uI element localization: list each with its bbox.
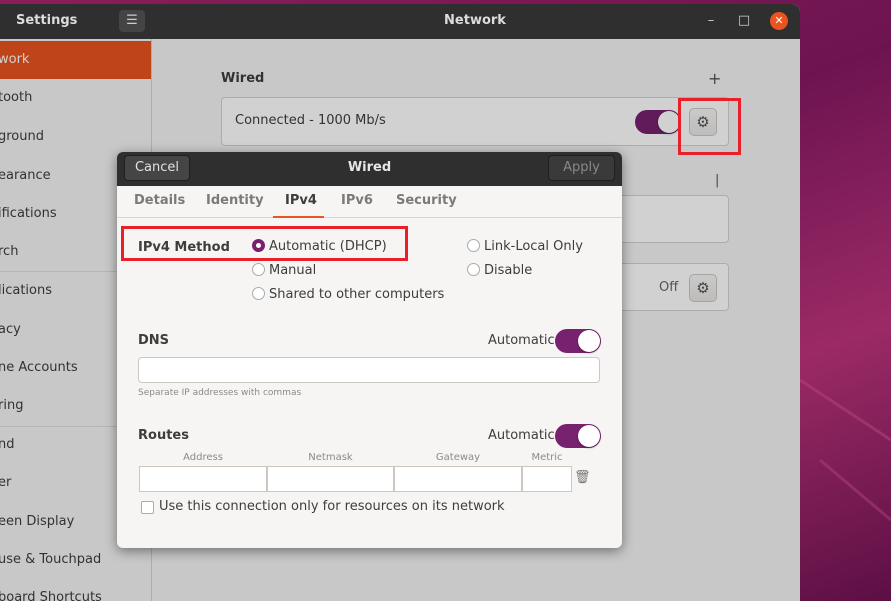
dns-label: DNS [138,333,170,348]
dns-hint: Separate IP addresses with commas [138,388,302,398]
desktop-wallpaper [800,378,891,522]
radio-label: Disable [484,263,533,278]
hamburger-icon: ☰ [126,13,138,28]
apply-button[interactable]: Apply [548,155,615,181]
dialog-header: Cancel Wired Apply [117,152,622,186]
toggle-knob [578,330,600,352]
dns-input[interactable] [138,357,600,383]
close-button[interactable]: ✕ [770,12,788,30]
radio-shared[interactable]: Shared to other computers [252,287,444,302]
toggle-knob [578,425,600,447]
radio-button[interactable] [467,239,480,252]
radio-button[interactable] [252,287,265,300]
trash-icon[interactable]: 🗑 [574,470,591,485]
annotation-highlight-box [678,98,741,155]
settings-titlebar: Settings ☰ Network – □ ✕ [0,4,800,39]
radio-manual[interactable]: Manual [252,263,316,278]
route-metric-input[interactable] [522,466,572,492]
tab-ipv6[interactable]: IPv6 [341,193,373,208]
radio-label: Link-Local Only [484,239,583,254]
column-header-gateway: Gateway [435,452,481,463]
dns-automatic-label: Automatic [488,333,555,348]
cancel-button[interactable]: Cancel [124,155,190,181]
dialog-tabs: Details Identity IPv4 IPv6 Security [117,186,622,218]
maximize-button[interactable]: □ [735,12,753,30]
column-header-address: Address [183,452,223,463]
only-resources-label: Use this connection only for resources o… [159,499,505,514]
app-title: Settings [16,13,78,28]
radio-link-local[interactable]: Link-Local Only [467,239,583,254]
tab-security[interactable]: Security [396,193,457,208]
route-netmask-input[interactable] [267,466,394,492]
tab-ipv4[interactable]: IPv4 [285,193,317,208]
only-resources-checkbox[interactable] [141,501,154,514]
hamburger-menu-button[interactable]: ☰ [119,10,145,32]
dialog-title: Wired [347,160,392,175]
wired-settings-dialog: Cancel Wired Apply Details Identity IPv4… [117,152,622,548]
tab-details[interactable]: Details [134,193,185,208]
radio-disable[interactable]: Disable [467,263,532,278]
routes-label: Routes [138,428,189,443]
radio-button[interactable] [252,263,265,276]
dns-automatic-toggle[interactable] [555,329,601,353]
routes-automatic-toggle[interactable] [555,424,601,448]
tab-identity[interactable]: Identity [206,193,264,208]
active-tab-indicator [273,216,324,218]
minimize-button[interactable]: – [702,12,720,30]
route-address-input[interactable] [139,466,267,492]
route-gateway-input[interactable] [394,466,522,492]
column-header-metric: Metric [531,452,563,463]
column-header-netmask: Netmask [308,452,353,463]
radio-button[interactable] [467,263,480,276]
radio-label: Shared to other computers [269,287,445,302]
routes-automatic-label: Automatic [488,428,555,443]
annotation-highlight-box [121,226,408,261]
radio-label: Manual [269,263,317,278]
window-title: Network [444,13,506,28]
